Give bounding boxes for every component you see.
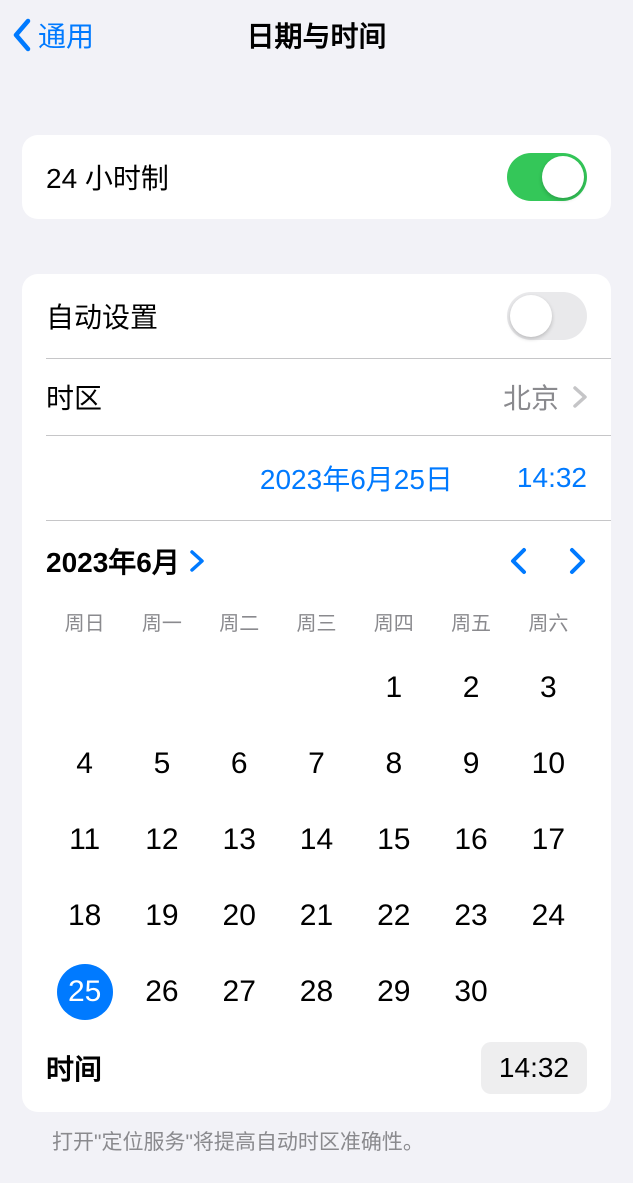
calendar-time-row: 时间 14:32 [46, 1030, 587, 1098]
calendar-empty-cell [278, 650, 355, 726]
calendar-time-button[interactable]: 14:32 [481, 1042, 587, 1094]
row-timezone[interactable]: 时区 北京 [22, 359, 611, 435]
calendar-day[interactable]: 27 [201, 954, 278, 1030]
calendar-weekday: 周二 [201, 601, 278, 650]
footer-note: 打开"定位服务"将提高自动时区准确性。 [22, 1112, 611, 1170]
back-label: 通用 [38, 15, 94, 55]
time-display[interactable]: 14:32 [517, 462, 587, 494]
row-24-hour: 24 小时制 [22, 135, 611, 219]
page-title: 日期与时间 [246, 15, 386, 55]
calendar-weekday: 周一 [123, 601, 200, 650]
calendar-day[interactable]: 2 [432, 650, 509, 726]
row-label-24-hour: 24 小时制 [46, 157, 169, 197]
calendar-prev-month[interactable] [509, 547, 527, 575]
calendar-empty-cell [123, 650, 200, 726]
calendar-day[interactable]: 14 [278, 802, 355, 878]
calendar-day[interactable]: 7 [278, 726, 355, 802]
calendar-day[interactable]: 28 [278, 954, 355, 1030]
calendar-day[interactable]: 23 [432, 878, 509, 954]
calendar-month-picker[interactable]: 2023年6月 [46, 541, 204, 581]
calendar-day[interactable]: 10 [510, 726, 587, 802]
row-label-timezone: 时区 [46, 377, 102, 417]
calendar-day[interactable]: 18 [46, 878, 123, 954]
calendar-day[interactable]: 6 [201, 726, 278, 802]
calendar-weekday: 周五 [432, 601, 509, 650]
calendar-day[interactable]: 22 [355, 878, 432, 954]
calendar-weekday: 周日 [46, 601, 123, 650]
calendar-day[interactable]: 25 [46, 954, 123, 1030]
calendar-weekday: 周三 [278, 601, 355, 650]
date-display[interactable]: 2023年6月25日 [260, 458, 453, 498]
calendar-day[interactable]: 26 [123, 954, 200, 1030]
calendar: 2023年6月 [22, 521, 611, 1112]
chevron-left-icon [12, 18, 32, 52]
calendar-day[interactable]: 9 [432, 726, 509, 802]
switch-24-hour[interactable] [507, 153, 587, 201]
calendar-day[interactable]: 1 [355, 650, 432, 726]
calendar-day[interactable]: 16 [432, 802, 509, 878]
switch-auto-set[interactable] [507, 292, 587, 340]
calendar-day[interactable]: 3 [510, 650, 587, 726]
calendar-empty-cell [46, 650, 123, 726]
calendar-time-label: 时间 [46, 1048, 102, 1088]
chevron-left-icon [509, 547, 527, 575]
calendar-day[interactable]: 21 [278, 878, 355, 954]
chevron-right-icon [573, 386, 587, 408]
calendar-weekday: 周四 [355, 601, 432, 650]
calendar-day[interactable]: 30 [432, 954, 509, 1030]
calendar-weekday: 周六 [510, 601, 587, 650]
row-label-auto-set: 自动设置 [46, 296, 158, 336]
calendar-day[interactable]: 24 [510, 878, 587, 954]
row-auto-set: 自动设置 [22, 274, 611, 358]
calendar-day[interactable]: 19 [123, 878, 200, 954]
calendar-empty-cell [201, 650, 278, 726]
calendar-day[interactable]: 17 [510, 802, 587, 878]
calendar-day[interactable]: 20 [201, 878, 278, 954]
calendar-day[interactable]: 29 [355, 954, 432, 1030]
calendar-day[interactable]: 8 [355, 726, 432, 802]
timezone-value: 北京 [503, 377, 559, 417]
calendar-day[interactable]: 13 [201, 802, 278, 878]
calendar-next-month[interactable] [569, 547, 587, 575]
chevron-right-icon [569, 547, 587, 575]
calendar-day[interactable]: 11 [46, 802, 123, 878]
calendar-day[interactable]: 12 [123, 802, 200, 878]
calendar-day[interactable]: 15 [355, 802, 432, 878]
calendar-day[interactable]: 4 [46, 726, 123, 802]
calendar-month-label: 2023年6月 [46, 541, 180, 581]
back-button[interactable]: 通用 [12, 15, 94, 55]
calendar-day[interactable]: 5 [123, 726, 200, 802]
row-datetime-display: 2023年6月25日 14:32 [22, 436, 611, 520]
chevron-right-icon [190, 550, 204, 572]
